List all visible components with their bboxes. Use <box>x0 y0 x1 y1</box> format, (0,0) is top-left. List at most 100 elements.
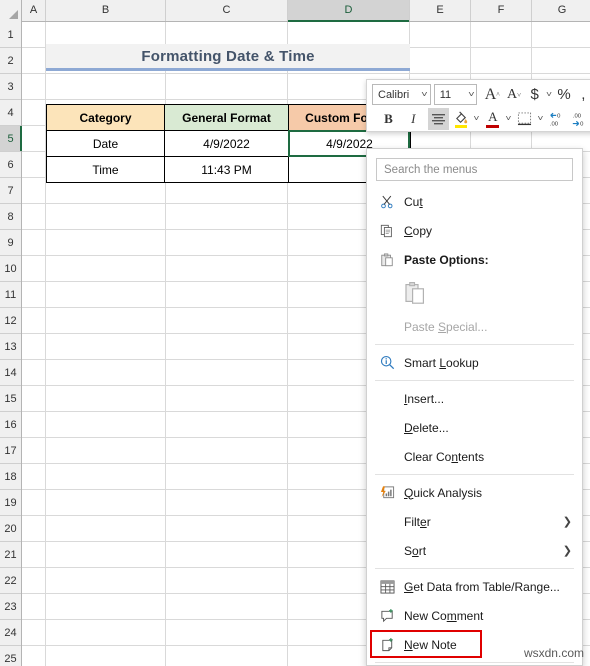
fill-color-button[interactable] <box>451 108 472 130</box>
table-header-category: Category <box>46 104 165 131</box>
percent-icon: % <box>557 86 571 103</box>
row-header-label: 8 <box>7 211 14 223</box>
menu-item-sort[interactable]: Sort ❯ <box>367 536 582 565</box>
menu-item-insert-label: Insert... <box>404 391 445 406</box>
row-header-label: 7 <box>7 185 14 197</box>
row-header-2[interactable]: 2 <box>0 48 21 74</box>
italic-icon: I <box>411 110 416 126</box>
row-header-6[interactable]: 6 <box>0 152 21 178</box>
row-header-25[interactable]: 25 <box>0 646 21 666</box>
row-header-label: 19 <box>4 497 17 509</box>
row-header-12[interactable]: 12 <box>0 308 21 334</box>
row-header-1[interactable]: 1 <box>0 22 21 48</box>
select-all-corner[interactable] <box>0 0 22 22</box>
row-header-22[interactable]: 22 <box>0 568 21 594</box>
row-headers: 1 2 3 4 5 6 7 8 9 10 11 12 13 14 15 16 17 18 19 20 21 22 23 24 2… <box>0 22 22 666</box>
grow-font-button[interactable]: A ^ <box>481 84 503 106</box>
note-icon <box>375 635 399 655</box>
cell-b5[interactable]: Date <box>46 130 165 157</box>
menu-item-paste-special-label: Paste Special... <box>404 319 488 334</box>
row-header-19[interactable]: 19 <box>0 490 21 516</box>
column-header-E[interactable]: E <box>410 0 471 21</box>
row-header-23[interactable]: 23 <box>0 594 21 620</box>
column-header-G[interactable]: G <box>532 0 590 21</box>
cell-b6[interactable]: Time <box>46 156 165 183</box>
column-header-B[interactable]: B <box>46 0 166 21</box>
row-header-label: 10 <box>4 263 17 275</box>
menu-item-get-data-from-table-range[interactable]: Get Data from Table/Range... <box>367 572 582 601</box>
bold-button[interactable]: B <box>378 108 399 130</box>
menu-separator <box>375 474 574 475</box>
grid-hline <box>22 73 590 74</box>
borders-button[interactable] <box>514 108 535 130</box>
menu-separator <box>375 568 574 569</box>
font-name-combo[interactable]: Calibri ˅ <box>372 84 431 105</box>
watermark: wsxdn.com <box>523 646 584 660</box>
row-header-9[interactable]: 9 <box>0 230 21 256</box>
column-header-D[interactable]: D <box>288 0 410 22</box>
menu-item-copy-label: Copy <box>404 223 433 238</box>
menu-item-cut[interactable]: Cut <box>367 187 582 216</box>
row-header-15[interactable]: 15 <box>0 386 21 412</box>
menu-item-delete-label: Delete... <box>404 420 449 435</box>
row-header-21[interactable]: 21 <box>0 542 21 568</box>
row-header-24[interactable]: 24 <box>0 620 21 646</box>
decrease-decimal-button[interactable]: .00 0 <box>569 108 590 130</box>
menu-item-insert[interactable]: Insert... <box>367 384 582 413</box>
delete-icon-placeholder <box>375 418 399 438</box>
cell-c6[interactable]: 11:43 PM <box>164 156 289 183</box>
row-header-20[interactable]: 20 <box>0 516 21 542</box>
row-header-label: 23 <box>4 601 17 613</box>
paste-keep-source-formatting-button[interactable] <box>367 274 582 312</box>
row-header-17[interactable]: 17 <box>0 438 21 464</box>
row-header-label: 12 <box>4 315 17 327</box>
table-header-row: Category General Format Custom Format <box>46 104 411 131</box>
center-align-button[interactable] <box>427 107 449 130</box>
menu-item-clear-contents[interactable]: Clear Contents <box>367 442 582 471</box>
row-header-label: 5 <box>7 133 14 145</box>
row-header-13[interactable]: 13 <box>0 334 21 360</box>
comma-style-button[interactable]: , <box>574 84 590 106</box>
quick-analysis-icon <box>375 483 399 503</box>
menu-item-new-comment[interactable]: New Comment <box>367 601 582 630</box>
menu-item-filter[interactable]: Filter ❯ <box>367 507 582 536</box>
excel-screenshot: A B C D E F G 1 2 3 4 5 6 7 8 9 10 11 12 13 14 15 16 17 1… <box>0 0 590 666</box>
row-header-18[interactable]: 18 <box>0 464 21 490</box>
paste-icon <box>375 250 399 270</box>
menu-item-smart-lookup[interactable]: Smart Lookup <box>367 348 582 377</box>
menu-item-delete[interactable]: Delete... <box>367 413 582 442</box>
menu-item-copy[interactable]: Copy <box>367 216 582 245</box>
menu-item-paste-special[interactable]: Paste Special... <box>367 312 582 341</box>
font-color-letter: A <box>488 108 498 124</box>
increase-decimal-button[interactable]: 0 .00 <box>546 108 570 130</box>
percent-style-button[interactable]: % <box>554 84 573 106</box>
row-header-16[interactable]: 16 <box>0 412 21 438</box>
row-header-5[interactable]: 5 <box>0 126 22 152</box>
row-header-14[interactable]: 14 <box>0 360 21 386</box>
column-header-A[interactable]: A <box>22 0 46 21</box>
cell-c5[interactable]: 4/9/2022 <box>164 130 289 157</box>
menu-item-quick-analysis[interactable]: Quick Analysis <box>367 478 582 507</box>
row-header-8[interactable]: 8 <box>0 204 21 230</box>
italic-button[interactable]: I <box>403 108 424 130</box>
column-header-F[interactable]: F <box>471 0 532 21</box>
row-header-label: 18 <box>4 471 17 483</box>
search-the-menus-input[interactable]: Search the menus <box>376 158 573 181</box>
menu-item-clear-contents-label: Clear Contents <box>404 449 485 464</box>
table-icon <box>375 577 399 597</box>
font-color-button[interactable]: A <box>482 108 503 130</box>
row-header-7[interactable]: 7 <box>0 178 21 204</box>
mini-toolbar-row-1: Calibri ˅ 11 ˅ A ^ A ˅ $ ˅ % , <box>372 83 590 106</box>
column-header-C[interactable]: C <box>166 0 288 21</box>
shrink-font-button[interactable]: A ˅ <box>503 84 525 106</box>
clear-contents-icon-placeholder <box>375 447 399 467</box>
font-size-combo[interactable]: 11 ˅ <box>433 84 478 105</box>
menu-item-cut-label: Cut <box>404 194 423 209</box>
row-header-11[interactable]: 11 <box>0 282 21 308</box>
row-header-10[interactable]: 10 <box>0 256 21 282</box>
row-header-4[interactable]: 4 <box>0 100 21 126</box>
accounting-format-button[interactable]: $ <box>525 84 544 106</box>
menu-item-paste-options-label: Paste Options: <box>404 252 489 267</box>
menu-separator <box>375 380 574 381</box>
row-header-3[interactable]: 3 <box>0 74 21 100</box>
